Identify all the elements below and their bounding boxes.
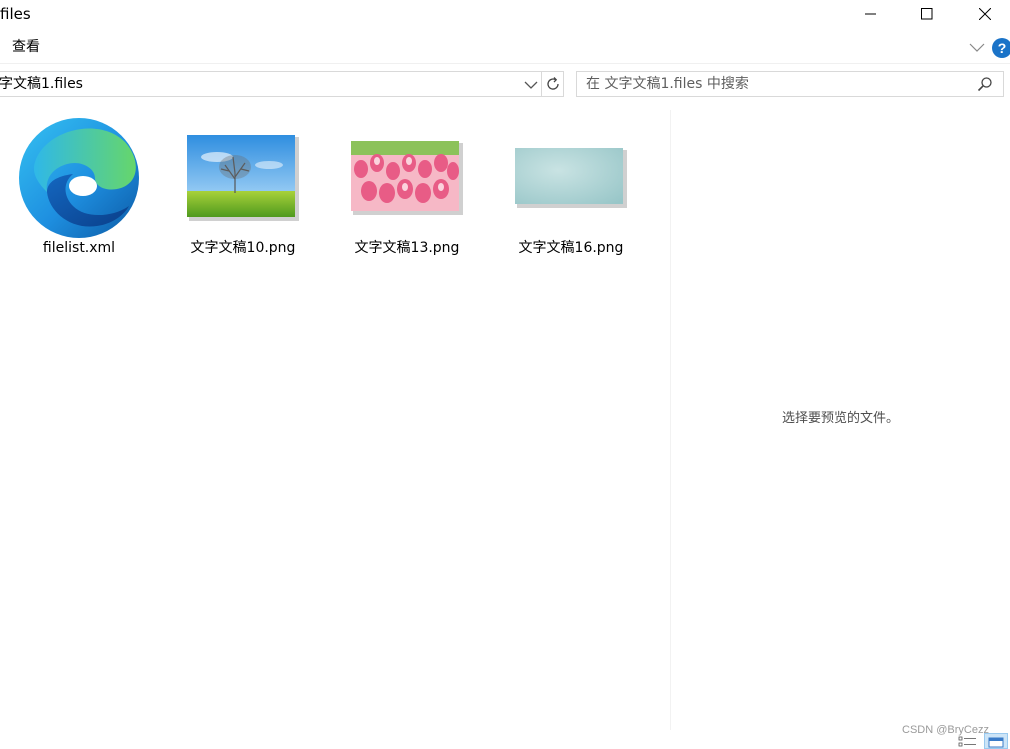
ribbon-divider <box>0 63 1010 64</box>
minimize-icon <box>865 13 876 15</box>
thumbnail-frame <box>168 116 318 240</box>
thumbnail-frame <box>332 116 482 240</box>
file-name: filelist.xml <box>42 240 116 256</box>
large-icons-view-button[interactable] <box>984 733 1008 749</box>
title-bar[interactable]: files <box>0 0 1010 30</box>
search-icon[interactable] <box>977 76 993 92</box>
maximize-icon <box>921 8 933 20</box>
large-icons-view-icon <box>988 737 1004 748</box>
teal-texture-thumbnail <box>515 148 627 208</box>
address-path: 字文稿1.files <box>0 76 83 92</box>
minimize-button[interactable] <box>848 0 894 28</box>
file-item-filelist-xml[interactable]: filelist.xml <box>4 116 154 266</box>
details-view-icon[interactable] <box>958 735 978 749</box>
ribbon: 查看 <box>0 33 1010 61</box>
refresh-icon <box>546 77 559 90</box>
help-icon[interactable]: ? <box>992 38 1010 58</box>
close-icon <box>979 8 991 20</box>
file-name: 文字文稿13.png <box>354 240 460 256</box>
refresh-button[interactable] <box>542 71 564 97</box>
preview-pane: 选择要预览的文件。 <box>671 100 1010 730</box>
file-item-png-10[interactable]: 文字文稿10.png <box>168 116 318 266</box>
tab-view[interactable]: 查看 <box>12 38 40 56</box>
file-name: 文字文稿16.png <box>518 240 624 256</box>
chevron-down-icon[interactable] <box>523 78 539 92</box>
tulips-thumbnail <box>351 141 463 215</box>
edge-icon <box>4 116 154 240</box>
preview-message: 选择要预览的文件。 <box>781 411 899 426</box>
file-list[interactable]: filelist.xml 文字文稿10.png 文字文稿13.png 文字文稿1… <box>0 100 670 730</box>
file-item-png-16[interactable]: 文字文稿16.png <box>496 116 646 266</box>
chevron-down-icon[interactable] <box>968 39 986 55</box>
file-name: 文字文稿10.png <box>190 240 296 256</box>
window-title: files <box>0 5 31 23</box>
search-input[interactable] <box>577 72 967 96</box>
file-item-png-13[interactable]: 文字文稿13.png <box>332 116 482 266</box>
search-box <box>576 71 1004 97</box>
address-bar[interactable]: 字文稿1.files <box>0 71 542 97</box>
maximize-button[interactable] <box>904 0 950 28</box>
file-explorer-window: files 查看 ? 字文稿1.files 在 文字文稿1.files 中搜索 … <box>0 0 1010 749</box>
tree-thumbnail <box>187 135 299 221</box>
close-button[interactable] <box>962 0 1008 28</box>
thumbnail-frame <box>496 116 646 240</box>
